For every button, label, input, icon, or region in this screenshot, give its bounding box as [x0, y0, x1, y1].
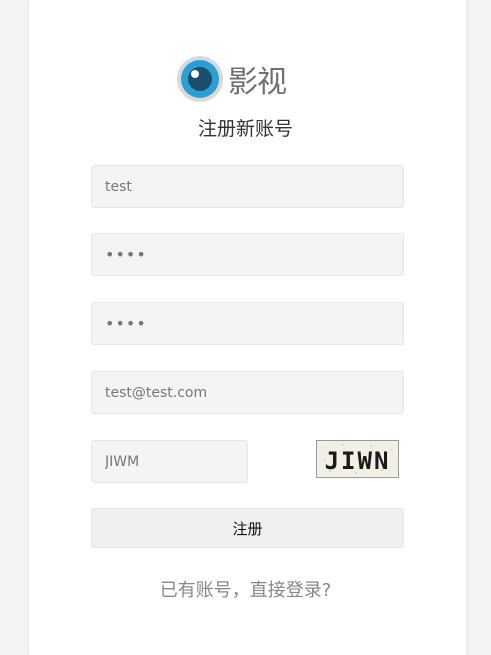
page-title: 注册新账号: [197, 118, 293, 140]
eye-icon: [176, 55, 224, 103]
password-input[interactable]: [91, 233, 404, 276]
captcha-image[interactable]: JIWN: [316, 440, 399, 478]
captcha-input[interactable]: [91, 440, 248, 483]
register-button[interactable]: 注册: [91, 508, 404, 548]
username-input[interactable]: [91, 165, 404, 208]
email-input[interactable]: [91, 371, 404, 414]
brand-logo: 影视: [176, 55, 287, 103]
login-link[interactable]: 已有账号，直接登录?: [0, 576, 491, 602]
captcha-text: JIWN: [325, 447, 391, 475]
brand-name: 影视: [228, 65, 287, 100]
confirm-password-input[interactable]: [91, 302, 404, 345]
